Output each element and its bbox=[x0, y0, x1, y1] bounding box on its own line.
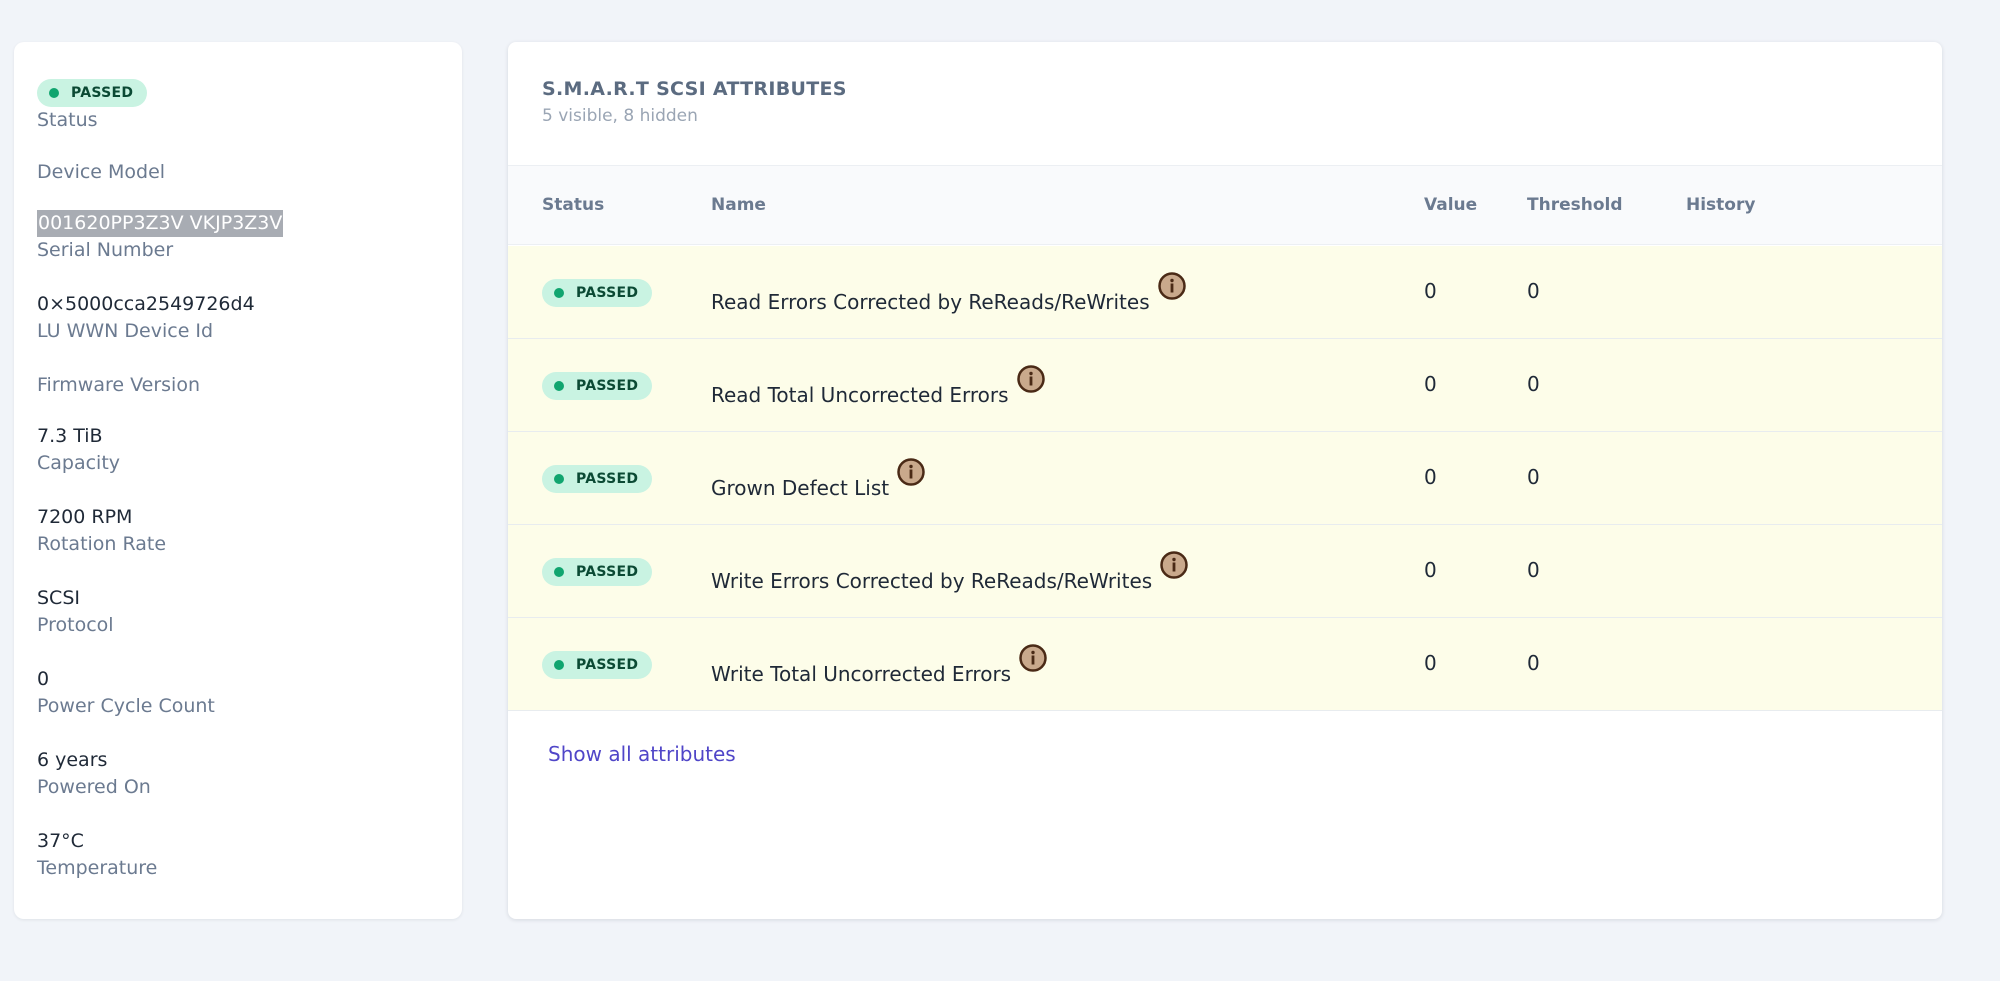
attribute-threshold: 0 bbox=[1527, 651, 1540, 675]
row-status-label: PASSED bbox=[576, 471, 639, 487]
table-row[interactable]: PASSED Read Total Uncorrected Errors 0 0 bbox=[508, 339, 1942, 432]
info-icon[interactable] bbox=[1016, 365, 1045, 393]
rotation-value: 7200 RPM bbox=[37, 506, 133, 528]
protocol-item: SCSI Protocol bbox=[37, 585, 114, 639]
attribute-name: Write Errors Corrected by ReReads/ReWrit… bbox=[711, 551, 1188, 593]
info-icon[interactable] bbox=[1160, 551, 1188, 579]
powered-on-item: 6 years Powered On bbox=[37, 747, 151, 801]
status-dot-icon bbox=[554, 381, 564, 391]
attribute-value: 0 bbox=[1424, 372, 1437, 396]
capacity-item: 7.3 TiB Capacity bbox=[37, 423, 120, 477]
row-status-badge: PASSED bbox=[542, 465, 653, 493]
attribute-threshold: 0 bbox=[1527, 372, 1540, 396]
attribute-threshold: 0 bbox=[1527, 558, 1540, 582]
capacity-value: 7.3 TiB bbox=[37, 425, 103, 447]
powered-on-label: Powered On bbox=[37, 776, 151, 798]
table-row[interactable]: PASSED Read Errors Corrected by ReReads/… bbox=[508, 246, 1942, 339]
powered-on-value: 6 years bbox=[37, 749, 108, 771]
status-dot-icon bbox=[554, 474, 564, 484]
status-badge: PASSED bbox=[37, 79, 148, 107]
attribute-name-text: Write Total Uncorrected Errors bbox=[711, 662, 1012, 686]
row-status-label: PASSED bbox=[576, 285, 639, 301]
table-row[interactable]: PASSED Write Errors Corrected by ReReads… bbox=[508, 525, 1942, 618]
device-model-label: Device Model bbox=[37, 161, 166, 183]
temperature-value: 37°C bbox=[37, 830, 84, 852]
rotation-item: 7200 RPM Rotation Rate bbox=[37, 504, 166, 558]
status-dot-icon bbox=[554, 567, 564, 577]
rotation-label: Rotation Rate bbox=[37, 533, 167, 555]
status-badge-label: PASSED bbox=[71, 85, 134, 101]
wwn-label: LU WWN Device Id bbox=[37, 320, 214, 342]
row-status-badge: PASSED bbox=[542, 558, 653, 586]
protocol-value: SCSI bbox=[37, 587, 80, 609]
attribute-value: 0 bbox=[1424, 558, 1437, 582]
temperature-item: 37°C Temperature bbox=[37, 828, 157, 882]
table-row[interactable]: PASSED Write Total Uncorrected Errors 0 … bbox=[508, 618, 1942, 711]
info-icon[interactable] bbox=[1157, 272, 1186, 300]
serial-number-value[interactable]: 001620PP3Z3V VKJP3Z3V bbox=[37, 210, 284, 237]
card-subtitle: 5 visible, 8 hidden bbox=[542, 106, 698, 126]
column-header-history[interactable]: History bbox=[1686, 195, 1755, 215]
attribute-name: Read Errors Corrected by ReReads/ReWrite… bbox=[711, 272, 1186, 314]
serial-number-item: 001620PP3Z3V VKJP3Z3V Serial Number bbox=[37, 210, 284, 264]
attribute-name: Write Total Uncorrected Errors bbox=[711, 644, 1047, 686]
row-status-label: PASSED bbox=[576, 657, 639, 673]
show-all-attributes-link[interactable]: Show all attributes bbox=[548, 742, 736, 766]
row-status-badge: PASSED bbox=[542, 372, 653, 400]
status-dot-icon bbox=[49, 88, 59, 98]
table-header: Status Name Value Threshold History bbox=[508, 165, 1942, 245]
status-label: Status bbox=[37, 109, 98, 131]
column-header-threshold[interactable]: Threshold bbox=[1527, 195, 1623, 215]
attribute-value: 0 bbox=[1424, 279, 1437, 303]
wwn-item: 0×5000cca2549726d4 LU WWN Device Id bbox=[37, 291, 255, 345]
device-model-item: Device Model bbox=[37, 159, 165, 186]
device-info-card: PASSED Status Device Model 001620PP3Z3V … bbox=[14, 42, 462, 919]
column-header-value[interactable]: Value bbox=[1424, 195, 1477, 215]
attribute-value: 0 bbox=[1424, 651, 1437, 675]
card-title: S.M.A.R.T SCSI ATTRIBUTES bbox=[542, 78, 847, 100]
table-row[interactable]: PASSED Grown Defect List 0 0 bbox=[508, 432, 1942, 525]
status-dot-icon bbox=[554, 288, 564, 298]
row-status-badge: PASSED bbox=[542, 651, 653, 679]
power-cycle-label: Power Cycle Count bbox=[37, 695, 215, 717]
firmware-item: Firmware Version bbox=[37, 372, 200, 399]
status-dot-icon bbox=[554, 660, 564, 670]
power-cycle-item: 0 Power Cycle Count bbox=[37, 666, 215, 720]
row-status-label: PASSED bbox=[576, 564, 639, 580]
row-status-badge: PASSED bbox=[542, 279, 653, 307]
protocol-label: Protocol bbox=[37, 614, 114, 636]
smart-attributes-card: S.M.A.R.T SCSI ATTRIBUTES 5 visible, 8 h… bbox=[508, 42, 1942, 919]
attribute-name: Read Total Uncorrected Errors bbox=[711, 365, 1045, 407]
info-icon[interactable] bbox=[897, 458, 925, 486]
attribute-value: 0 bbox=[1424, 465, 1437, 489]
attribute-name-text: Read Errors Corrected by ReReads/ReWrite… bbox=[711, 290, 1150, 314]
attribute-name: Grown Defect List bbox=[711, 458, 925, 500]
serial-number-label: Serial Number bbox=[37, 239, 174, 261]
row-status-label: PASSED bbox=[576, 378, 639, 394]
status-section: PASSED Status bbox=[37, 79, 439, 131]
attribute-name-text: Read Total Uncorrected Errors bbox=[711, 383, 1009, 407]
column-header-name[interactable]: Name bbox=[711, 195, 766, 215]
attribute-name-text: Write Errors Corrected by ReReads/ReWrit… bbox=[711, 569, 1153, 593]
power-cycle-value: 0 bbox=[37, 668, 50, 690]
firmware-label: Firmware Version bbox=[37, 374, 200, 396]
capacity-label: Capacity bbox=[37, 452, 121, 474]
attribute-name-text: Grown Defect List bbox=[711, 476, 890, 500]
info-icon[interactable] bbox=[1019, 644, 1047, 672]
wwn-value: 0×5000cca2549726d4 bbox=[37, 293, 255, 315]
temperature-label: Temperature bbox=[37, 857, 158, 879]
column-header-status[interactable]: Status bbox=[542, 195, 604, 215]
attribute-threshold: 0 bbox=[1527, 279, 1540, 303]
attribute-threshold: 0 bbox=[1527, 465, 1540, 489]
